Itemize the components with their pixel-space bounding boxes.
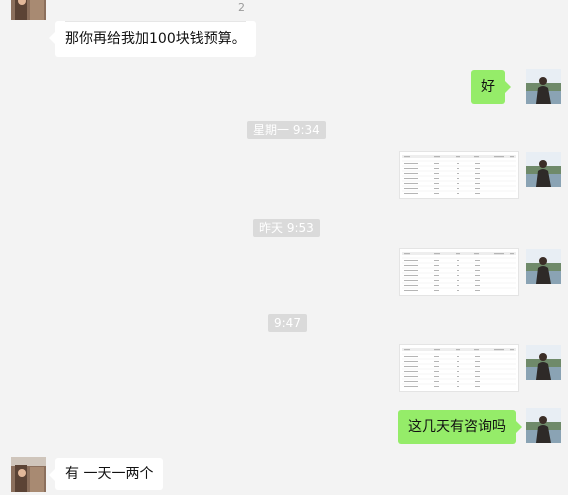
contact-avatar-icon[interactable] (11, 0, 46, 20)
image-message-spreadsheet[interactable] (399, 248, 519, 296)
timestamp: 星期一 9:34 (247, 121, 326, 139)
self-avatar-icon[interactable] (526, 408, 561, 443)
contact-avatar-icon[interactable] (11, 457, 46, 492)
self-avatar-icon[interactable] (526, 345, 561, 380)
image-message-spreadsheet[interactable] (399, 344, 519, 392)
timestamp: 昨天 9:53 (253, 219, 320, 237)
self-avatar-icon[interactable] (526, 152, 561, 187)
chat-panel: 2 那你再给我加100块钱预算。 好 星期一 9:34 昨天 9:53 9:47 (0, 0, 568, 495)
message-text: 那你再给我加100块钱预算。 (65, 31, 246, 47)
outgoing-message[interactable]: 好 (471, 70, 511, 104)
incoming-message[interactable]: 那你再给我加100块钱预算。 (49, 21, 256, 57)
message-text: 有 一天一两个 (65, 466, 154, 482)
incoming-message[interactable]: 有 一天一两个 (48, 458, 164, 490)
self-avatar-icon[interactable] (526, 249, 561, 284)
image-message-spreadsheet[interactable] (399, 151, 519, 199)
outgoing-message[interactable]: 这几天有咨询吗 (398, 410, 522, 444)
timestamp: 9:47 (268, 314, 307, 332)
message-text: 好 (481, 79, 495, 95)
message-text: 这几天有咨询吗 (408, 419, 506, 435)
self-avatar-icon[interactable] (526, 69, 561, 104)
quote-divider (65, 21, 246, 22)
unread-count: 2 (238, 1, 245, 14)
